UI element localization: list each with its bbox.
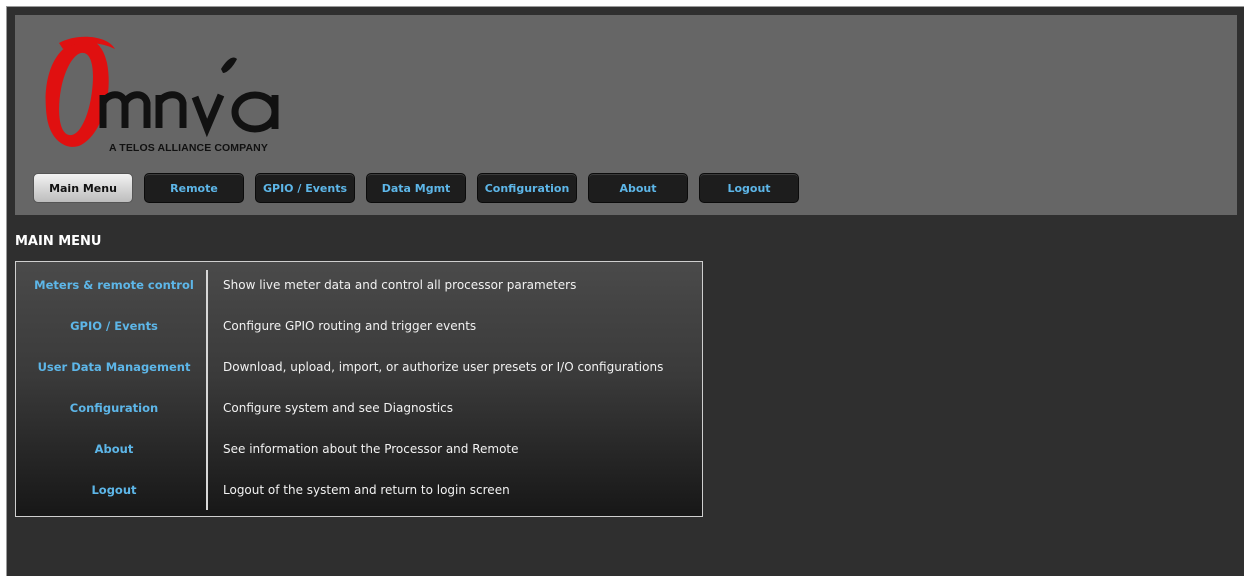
nav-data-mgmt-button[interactable]: Data Mgmt	[366, 173, 466, 203]
menu-row: GPIO / Events Configure GPIO routing and…	[16, 305, 702, 346]
nav-main-menu-button[interactable]: Main Menu	[33, 173, 133, 203]
menu-link-meters-remote[interactable]: Meters & remote control	[16, 264, 212, 305]
menu-link-gpio-events[interactable]: GPIO / Events	[16, 305, 212, 346]
omnia-logo: A TELOS ALLIANCE COMPANY	[37, 33, 297, 163]
nav-logout-button[interactable]: Logout	[699, 173, 799, 203]
menu-link-about[interactable]: About	[16, 428, 212, 469]
logo-tagline: A TELOS ALLIANCE COMPANY	[109, 142, 268, 154]
menu-row: Logout Logout of the system and return t…	[16, 469, 702, 510]
menu-row: User Data Management Download, upload, i…	[16, 346, 702, 387]
menu-row: Configuration Configure system and see D…	[16, 387, 702, 428]
menu-link-configuration[interactable]: Configuration	[16, 387, 212, 428]
menu-row: Meters & remote control Show live meter …	[16, 264, 702, 305]
menu-link-user-data-management[interactable]: User Data Management	[16, 346, 212, 387]
menu-description: Configure system and see Diagnostics	[223, 400, 454, 415]
nav-configuration-button[interactable]: Configuration	[477, 173, 577, 203]
nav-about-button[interactable]: About	[588, 173, 688, 203]
menu-description: See information about the Processor and …	[223, 441, 519, 456]
menu-link-logout[interactable]: Logout	[16, 469, 212, 510]
menu-description: Show live meter data and control all pro…	[223, 277, 577, 292]
main-menu-panel: Meters & remote control Show live meter …	[15, 261, 703, 517]
menu-description: Configure GPIO routing and trigger event…	[223, 318, 477, 333]
nav-gpio-events-button[interactable]: GPIO / Events	[255, 173, 355, 203]
nav-remote-button[interactable]: Remote	[144, 173, 244, 203]
menu-row: About See information about the Processo…	[16, 428, 702, 469]
app-frame: A TELOS ALLIANCE COMPANY Main Menu Remot…	[6, 6, 1244, 576]
menu-description: Download, upload, import, or authorize u…	[223, 359, 664, 374]
header-banner: A TELOS ALLIANCE COMPANY Main Menu Remot…	[15, 15, 1237, 215]
menu-description: Logout of the system and return to login…	[223, 482, 510, 497]
page-title: MAIN MENU	[15, 234, 102, 249]
